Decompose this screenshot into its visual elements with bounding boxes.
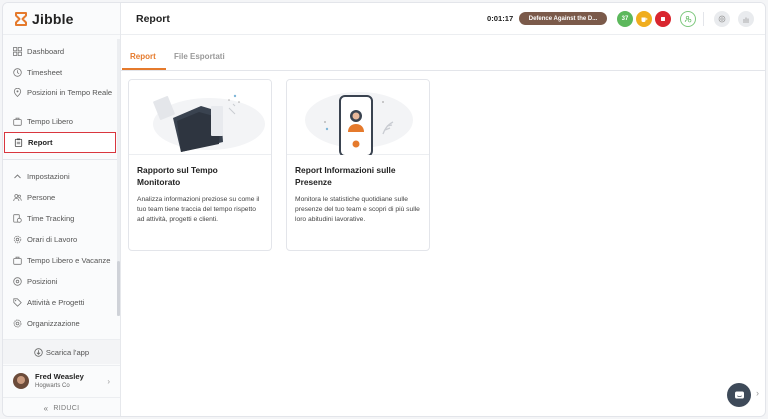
sidebar-item-activities-projects[interactable]: Attività e Progetti xyxy=(3,292,117,313)
suitcase-icon xyxy=(13,117,22,126)
chat-icon xyxy=(734,391,744,398)
gear-icon xyxy=(13,319,22,328)
card-title: Rapporto sul Tempo Monitorato xyxy=(137,165,218,187)
app-name: Jibble xyxy=(32,10,74,27)
chevron-right-icon: › xyxy=(107,377,110,386)
sidebar-item-locations[interactable]: Posizioni xyxy=(3,271,117,292)
chat-widget-button[interactable] xyxy=(727,383,751,407)
sidebar-item-report[interactable]: Report xyxy=(4,132,116,153)
user-organization: Hogwarts Co xyxy=(35,383,70,389)
stop-icon xyxy=(661,17,665,21)
tab-report[interactable]: Report xyxy=(130,52,156,61)
sidebar-item-label: Timesheet xyxy=(27,68,63,77)
sidebar-item-settings[interactable]: Impostazioni xyxy=(3,166,117,187)
sidebar-item-time-off[interactable]: Tempo Libero xyxy=(3,111,117,132)
card-description: Monitora le statistiche quotidiane sulle… xyxy=(295,196,420,224)
sidebar-divider xyxy=(3,159,117,160)
current-activity-pill[interactable]: Defence Against the D... xyxy=(519,12,607,25)
stop-timer-button[interactable] xyxy=(655,11,671,27)
phone-illustration xyxy=(287,80,429,155)
person-clock-icon xyxy=(684,15,692,23)
logo[interactable]: Jibble xyxy=(3,3,120,35)
chart-icon xyxy=(743,17,749,23)
sidebar-item-label: Tempo Libero xyxy=(27,117,74,126)
dashboard-icon xyxy=(13,47,22,56)
sidebar-item-organization[interactable]: Organizzazione xyxy=(3,313,117,334)
clock-in-button[interactable] xyxy=(680,11,696,27)
sidebar: Jibble Dashboard Timesheet Posizioni in … xyxy=(3,3,121,416)
sidebar-item-label: Posizioni xyxy=(27,277,58,286)
page-title: Report xyxy=(136,12,170,25)
sidebar-item-label: Persone xyxy=(27,193,56,202)
collapse-sidebar-button[interactable]: « RIDUCI xyxy=(3,397,120,416)
analytics-button[interactable] xyxy=(738,11,754,27)
tag-icon xyxy=(13,298,22,307)
clipboard-icon xyxy=(14,138,23,147)
help-button[interactable] xyxy=(714,11,730,27)
sidebar-item-label: Orari di Lavoro xyxy=(27,235,78,244)
card-description: Analizza informazioni preziose su come i… xyxy=(137,196,260,224)
sidebar-item-time-tracking[interactable]: Time Tracking xyxy=(3,208,117,229)
location-pin-icon xyxy=(13,277,22,286)
chevron-right-icon[interactable]: › xyxy=(756,388,759,398)
suitcase-icon xyxy=(13,256,22,265)
time-tracking-icon xyxy=(13,214,22,223)
avatar xyxy=(13,372,29,389)
collapse-label: RIDUCI xyxy=(53,404,80,412)
sidebar-item-label: Time Tracking xyxy=(27,214,75,223)
chevron-up-icon xyxy=(13,172,22,181)
active-tab-indicator xyxy=(122,68,166,70)
sidebar-item-label: Dashboard xyxy=(27,47,65,56)
user-profile[interactable]: Fred Weasley Hogwarts Co › xyxy=(3,365,120,395)
sidebar-item-time-off-holidays[interactable]: Tempo Libero e Vacanze xyxy=(3,250,117,271)
sidebar-item-live-locations[interactable]: Posizioni in Tempo Reale xyxy=(3,83,117,111)
location-pin-icon xyxy=(13,88,22,97)
user-name: Fred Weasley xyxy=(35,372,84,381)
folder-illustration xyxy=(129,80,271,155)
coffee-icon xyxy=(641,17,648,22)
help-icon xyxy=(718,15,726,23)
timer: 0:01:17 xyxy=(487,14,514,23)
download-icon xyxy=(34,347,43,357)
sidebar-item-timesheet[interactable]: Timesheet xyxy=(3,62,117,83)
top-header: Report 0:01:17 Defence Against the D... … xyxy=(121,3,765,35)
card-title: Report Informazioni sulle Presenze xyxy=(295,165,396,187)
sidebar-item-label: Attività e Progetti xyxy=(27,298,85,307)
break-button[interactable] xyxy=(636,11,652,27)
download-app-button[interactable]: Scarica l'app xyxy=(3,339,120,364)
gear-clock-icon xyxy=(13,235,22,244)
sidebar-nav: Dashboard Timesheet Posizioni in Tempo R… xyxy=(3,41,117,334)
report-card-tracked-time[interactable]: Rapporto sul Tempo Monitorato Analizza i… xyxy=(128,79,272,251)
clock-icon xyxy=(13,68,22,77)
sidebar-item-label: Report xyxy=(28,138,53,147)
sidebar-item-label: Organizzazione xyxy=(27,319,80,328)
status-badge[interactable]: 37 xyxy=(617,11,633,27)
tab-bar: Report File Esportati xyxy=(121,36,765,71)
sidebar-item-people[interactable]: Persone xyxy=(3,187,117,208)
people-icon xyxy=(13,193,22,202)
sidebar-item-label: Tempo Libero e Vacanze xyxy=(27,256,111,265)
sidebar-item-work-schedules[interactable]: Orari di Lavoro xyxy=(3,229,117,250)
header-divider xyxy=(703,12,704,26)
report-card-attendance[interactable]: Report Informazioni sulle Presenze Monit… xyxy=(286,79,430,251)
sidebar-item-dashboard[interactable]: Dashboard xyxy=(3,41,117,62)
tab-exported-files[interactable]: File Esportati xyxy=(174,52,225,61)
sidebar-scrollbar[interactable] xyxy=(117,261,120,316)
double-chevron-left-icon: « xyxy=(43,403,49,413)
app-window: Jibble Dashboard Timesheet Posizioni in … xyxy=(2,2,766,417)
jibble-logo-icon xyxy=(14,11,28,26)
sidebar-item-label: Impostazioni xyxy=(27,172,70,181)
download-app-label: Scarica l'app xyxy=(45,347,90,357)
sidebar-item-label: Posizioni in Tempo Reale xyxy=(27,88,113,97)
